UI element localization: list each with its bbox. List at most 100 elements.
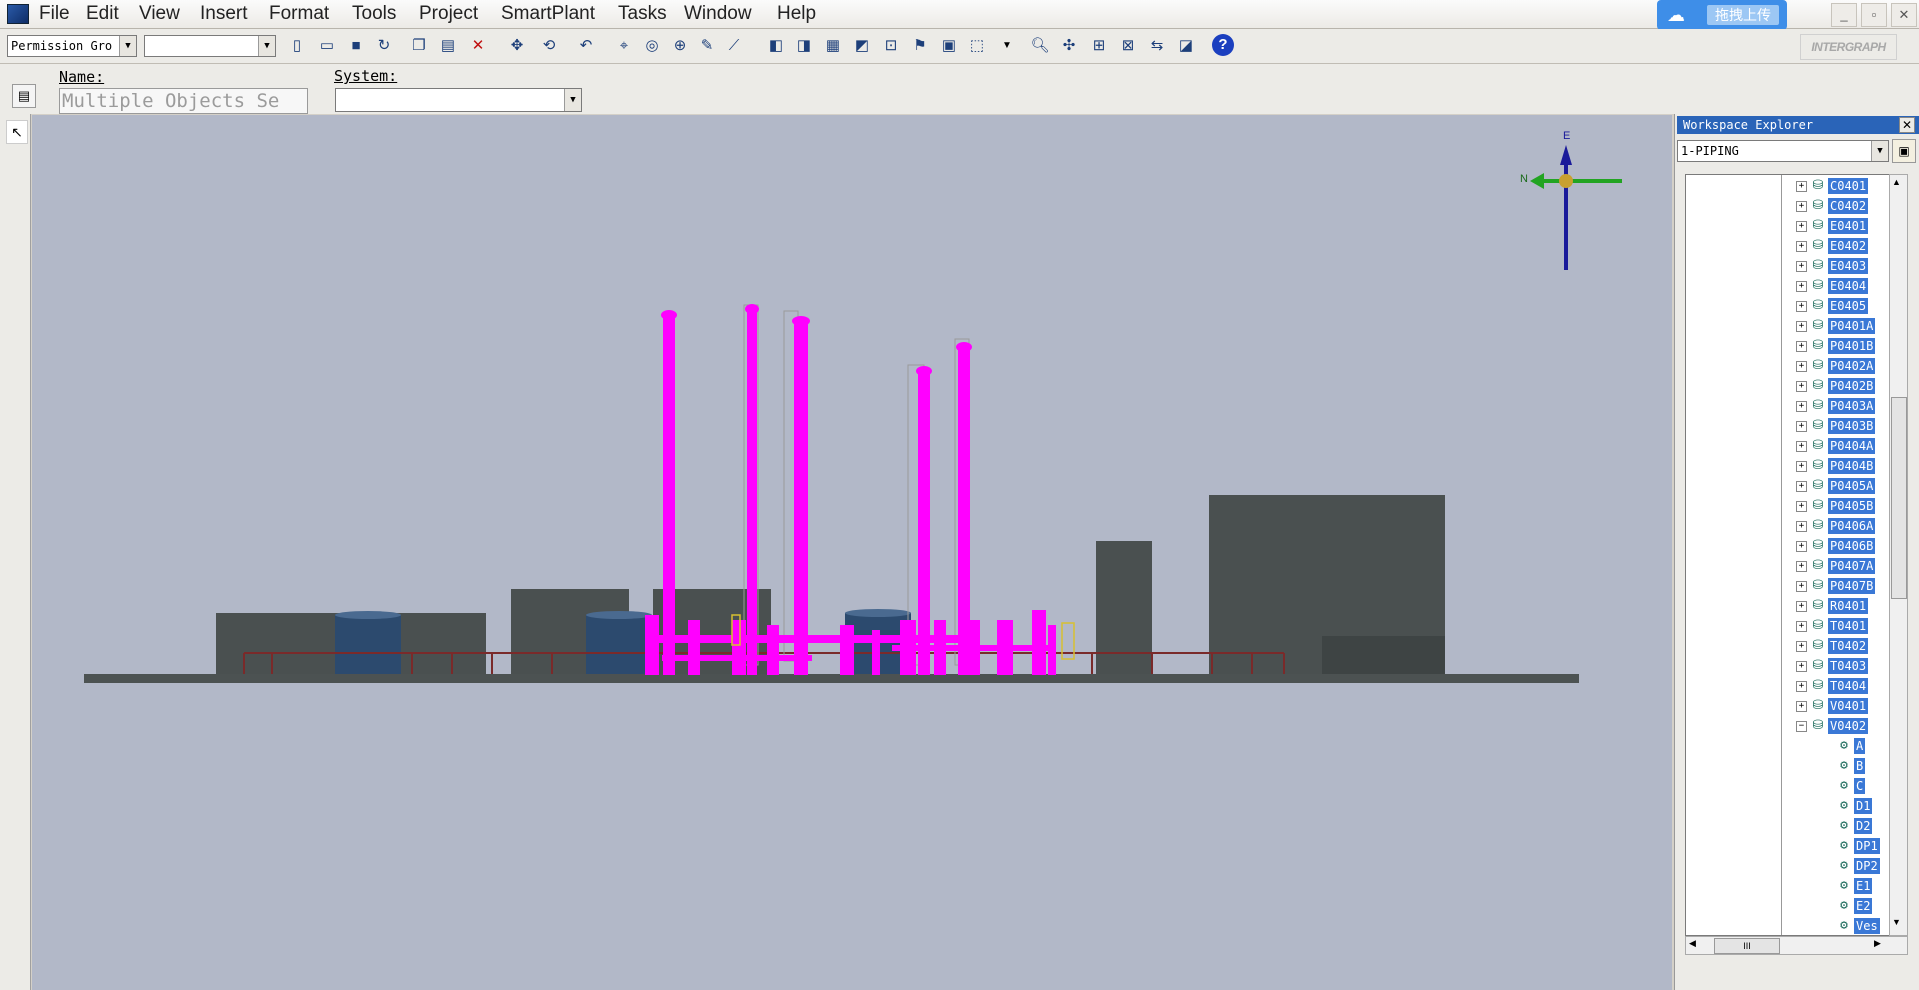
expand-icon[interactable]: + [1796, 221, 1807, 232]
tree-item[interactable]: + ⛁ R0401 [1686, 597, 1890, 615]
view-iso-icon[interactable]: ◩ [850, 34, 874, 58]
upload-button[interactable]: ☁ 拖拽上传 [1657, 0, 1787, 30]
save-icon[interactable]: ■ [344, 34, 368, 58]
tree-item[interactable]: + ⛁ T0402 [1686, 637, 1890, 655]
menu-tasks[interactable]: Tasks [618, 3, 667, 25]
permission-group-combo[interactable]: Permission Gro ▼ [7, 35, 137, 57]
tree-item[interactable]: + ⛁ P0406A [1686, 517, 1890, 535]
tree-item[interactable]: + ⛁ T0401 [1686, 617, 1890, 635]
expand-icon[interactable]: + [1796, 541, 1807, 552]
view-top-icon[interactable]: ▦ [821, 34, 845, 58]
tree-item[interactable]: + ⛁ T0404 [1686, 677, 1890, 695]
expand-icon[interactable]: + [1796, 681, 1807, 692]
expand-icon[interactable]: + [1796, 461, 1807, 472]
minimize-button[interactable]: _ [1831, 3, 1857, 27]
expand-icon[interactable]: + [1796, 241, 1807, 252]
expand-icon[interactable]: + [1796, 501, 1807, 512]
render-icon[interactable]: ◪ [1174, 34, 1198, 58]
tree-item[interactable]: + ⛁ P0404A [1686, 437, 1890, 455]
expand-icon[interactable]: + [1796, 521, 1807, 532]
view-front-icon[interactable]: ◧ [764, 34, 788, 58]
chevron-down-icon[interactable]: ▼ [119, 36, 136, 56]
expand-icon[interactable]: + [1796, 481, 1807, 492]
tree-item[interactable]: ⚙ E2 [1686, 897, 1890, 915]
expand-icon[interactable]: + [1796, 401, 1807, 412]
menu-view[interactable]: View [139, 3, 180, 25]
expand-icon[interactable]: + [1796, 701, 1807, 712]
zoom-icon[interactable]: 🔍︎ [1028, 34, 1052, 58]
explorer-filter-combo[interactable]: 1-PIPING ▼ [1677, 140, 1889, 162]
pan-icon[interactable]: ✣ [1057, 34, 1081, 58]
explorer-options-icon[interactable]: ▣ [1892, 139, 1916, 163]
tree-item[interactable]: + ⛁ P0405B [1686, 497, 1890, 515]
expand-icon[interactable]: + [1796, 321, 1807, 332]
graphic-view[interactable]: E N [32, 115, 1672, 990]
filter-icon[interactable]: ▣ [937, 34, 961, 58]
collapse-icon[interactable]: − [1796, 721, 1807, 732]
menu-tools[interactable]: Tools [352, 3, 396, 25]
tree-item[interactable]: + ⛁ V0401 [1686, 697, 1890, 715]
tree-item[interactable]: + ⛁ P0404B [1686, 457, 1890, 475]
tree-item[interactable]: + ⛁ P0402A [1686, 357, 1890, 375]
scroll-thumb[interactable]: III [1714, 938, 1780, 954]
expand-icon[interactable]: + [1796, 561, 1807, 572]
properties-icon[interactable]: ▤ [12, 84, 36, 108]
zoom-fit-icon[interactable]: ⊠ [1116, 34, 1140, 58]
select-filter-icon[interactable]: ⬚ [965, 34, 989, 58]
expand-icon[interactable]: + [1796, 181, 1807, 192]
inspect-icon[interactable]: ◎ [640, 34, 664, 58]
tree-item[interactable]: + ⛁ C0402 [1686, 197, 1890, 215]
chevron-down-icon[interactable]: ▼ [258, 36, 275, 56]
tree-item[interactable]: ⚙ D1 [1686, 797, 1890, 815]
tree-item[interactable]: + ⛁ P0402B [1686, 377, 1890, 395]
view-fit-icon[interactable]: ⊡ [879, 34, 903, 58]
expand-icon[interactable]: + [1796, 261, 1807, 272]
open-icon[interactable]: ▭ [315, 34, 339, 58]
chevron-down-icon[interactable]: ▼ [564, 89, 581, 111]
expand-icon[interactable]: + [1796, 361, 1807, 372]
explorer-horizontal-scrollbar[interactable]: ◀ III ▶ [1685, 936, 1908, 955]
dropdown-arrow-icon[interactable]: ▼ [995, 34, 1019, 58]
clip-icon[interactable]: ⚑ [908, 34, 932, 58]
expand-icon[interactable]: + [1796, 201, 1807, 212]
tree-item[interactable]: + ⛁ P0405A [1686, 477, 1890, 495]
explorer-vertical-scrollbar[interactable]: ▲ ▼ [1889, 174, 1908, 936]
tool-icon[interactable]: ✎ [695, 34, 719, 58]
undo-icon[interactable]: ↶ [574, 34, 598, 58]
tree-item[interactable]: + ⛁ P0403A [1686, 397, 1890, 415]
expand-icon[interactable]: + [1796, 601, 1807, 612]
tree-item[interactable]: ⚙ C [1686, 777, 1890, 795]
measure-icon[interactable]: ⌖ [612, 34, 636, 58]
tree-item[interactable]: ⚙ DP1 [1686, 837, 1890, 855]
expand-icon[interactable]: + [1796, 621, 1807, 632]
help-icon[interactable]: ? [1212, 34, 1234, 56]
scroll-right-icon[interactable]: ▶ [1874, 938, 1881, 949]
select-arrow-icon[interactable]: ↖ [6, 120, 28, 144]
close-icon[interactable]: ✕ [1899, 117, 1915, 133]
menu-window[interactable]: Window [684, 3, 752, 25]
menu-edit[interactable]: Edit [86, 3, 119, 25]
expand-icon[interactable]: + [1796, 581, 1807, 592]
expand-icon[interactable]: + [1796, 381, 1807, 392]
menu-project[interactable]: Project [419, 3, 478, 25]
copy-icon[interactable]: ❐ [407, 34, 431, 58]
menu-format[interactable]: Format [269, 3, 329, 25]
menu-help[interactable]: Help [777, 3, 816, 25]
refresh-icon[interactable]: ↻ [372, 34, 396, 58]
expand-icon[interactable]: + [1796, 341, 1807, 352]
expand-icon[interactable]: + [1796, 661, 1807, 672]
active-filter-combo[interactable]: ▼ [144, 35, 276, 57]
delete-icon[interactable]: ✕ [466, 34, 490, 58]
tree-item[interactable]: + ⛁ P0401B [1686, 337, 1890, 355]
scroll-thumb[interactable] [1891, 397, 1907, 599]
tree-item[interactable]: ⚙ B [1686, 757, 1890, 775]
tree-item[interactable]: ⚙ DP2 [1686, 857, 1890, 875]
menu-file[interactable]: File [39, 3, 70, 25]
menu-smartplant[interactable]: SmartPlant [501, 3, 595, 25]
expand-icon[interactable]: + [1796, 441, 1807, 452]
move-icon[interactable]: ✥ [505, 34, 529, 58]
tree-item[interactable]: ⚙ A [1686, 737, 1890, 755]
tree-item[interactable]: + ⛁ P0401A [1686, 317, 1890, 335]
tree-item[interactable]: + ⛁ E0403 [1686, 257, 1890, 275]
chevron-down-icon[interactable]: ▼ [1871, 141, 1888, 161]
